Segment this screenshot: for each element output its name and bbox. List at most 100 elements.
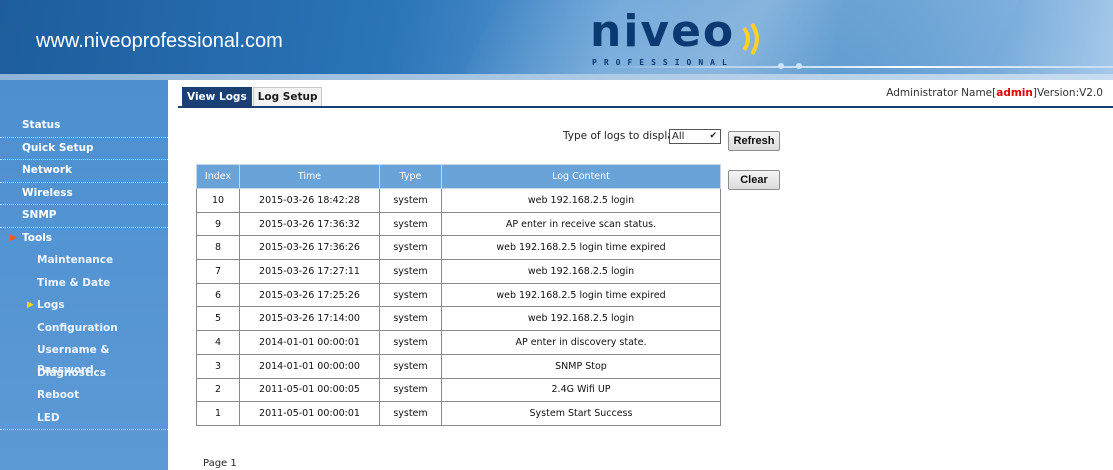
cell-index: 8 [196,235,240,261]
log-type-select[interactable]: All ✔ [669,129,721,144]
cell-index: 6 [196,282,240,308]
sidebar-item-wireless[interactable]: Wireless [0,183,168,205]
log-type-label: Type of logs to display: [563,130,683,142]
signal-icon [742,22,759,56]
sidebar-item-label: Status [22,119,61,131]
sidebar-item-logs[interactable]: ▶ Logs [0,295,168,318]
brand-logo: niveo [590,6,736,57]
cell-time: 2015-03-26 17:25:26 [239,282,380,308]
cell-log-content: web 192.168.2.5 login [441,259,721,284]
cell-type: system [379,211,442,237]
tab-log-setup[interactable]: Log Setup [252,87,323,106]
selected-arrow-icon: ▶ [27,300,34,310]
column-header-index: Index [196,164,240,189]
table-row: 8 2015-03-26 17:36:26 system web 192.168.2.… [196,235,721,261]
cell-index: 5 [196,306,240,332]
pagination-label: Page 1 [203,458,237,469]
cell-time: 2015-03-26 17:27:11 [239,259,380,284]
cell-log-content: AP enter in receive scan status. [441,211,721,237]
cell-type: system [379,259,442,284]
sidebar-item-diagnostics[interactable]: Diagnostics [0,363,168,386]
cell-log-content: web 192.168.2.5 login time expired [441,282,721,308]
table-row: 5 2015-03-26 17:14:00 system web 192.168.2.… [196,306,721,332]
table-row: 9 2015-03-26 17:36:32 system AP enter in re… [196,211,721,237]
table-row: 6 2015-03-26 17:25:26 system web 192.168.2.… [196,282,721,308]
cell-log-content: SNMP Stop [441,353,721,379]
admin-info: Administrator Name[admin]Version:V2.0 [886,87,1103,99]
cell-log-content: web 192.168.2.5 login [441,188,721,213]
sidebar-item-label: Network [22,164,73,176]
chevron-down-icon: ✔ [709,131,717,141]
sidebar-item-time-date[interactable]: Time & Date [0,273,168,296]
cell-type: system [379,377,442,403]
cell-index: 3 [196,353,240,379]
sidebar-item-label: Reboot [37,389,80,401]
column-header-type: Type [379,164,442,189]
tab-underline [178,106,1113,108]
sidebar-item-label: Wireless [22,186,73,199]
sidebar-item-quick-setup[interactable]: Quick Setup [0,138,168,160]
table-header-row: Index Time Type Log Content [196,164,721,189]
cell-log-content: 2.4G Wifi UP [441,377,721,403]
sidebar-item-label: Time & Date [37,276,111,289]
table-row: 10 2015-03-26 18:42:28 system web 192.168.2… [196,188,721,213]
version-text: ]Version:V2.0 [1032,87,1103,99]
logs-table: Index Time Type Log Content 10 2015-03-26… [196,164,721,426]
sidebar-item-maintenance[interactable]: Maintenance [0,250,168,273]
sidebar-item-label: SNMP [22,209,57,221]
cell-type: system [379,306,442,332]
sidebar-item-label: Tools [22,231,53,244]
cell-time: 2015-03-26 18:42:28 [239,188,380,213]
log-type-selected: All [672,131,685,142]
page-text: Page [203,458,228,469]
refresh-button[interactable]: Refresh [728,131,780,151]
cell-log-content: AP enter in discovery state. [441,330,721,355]
sidebar-item-username-password[interactable]: Username & Password [0,340,168,376]
sidebar-item-network[interactable]: Network [0,160,168,183]
cell-time: 2011-05-01 00:00:05 [239,377,380,403]
cell-log-content: web 192.168.2.5 login time expired [441,235,721,261]
cell-type: system [379,330,442,355]
sidebar-item-label: LED [37,411,60,424]
cell-type: system [379,188,442,213]
table-row: 4 2014-01-01 00:00:01 system AP enter in di… [196,330,721,355]
sidebar-item-snmp[interactable]: SNMP [0,205,168,228]
sidebar-item-reboot[interactable]: Reboot [0,385,168,408]
sidebar-item-label: Maintenance [37,254,114,266]
cell-time: 2014-01-01 00:00:01 [239,330,380,355]
site-url: www.niveoprofessional.com [36,30,283,52]
cell-index: 4 [196,330,240,355]
sidebar-item-label: Logs [37,299,65,311]
sidebar-item-status[interactable]: Status [0,115,168,138]
cell-index: 9 [196,211,240,237]
cell-time: 2015-03-26 17:14:00 [239,306,380,332]
column-header-log-content: Log Content [441,164,721,189]
table-row: 1 2011-05-01 00:00:01 system System Start S… [196,401,721,426]
header-deco-dot [778,63,784,69]
cell-log-content: System Start Success [441,401,721,426]
sidebar-nav: Status Quick Setup Network Wireless SNMP… [0,80,168,470]
column-header-time: Time [239,164,380,189]
header-banner: www.niveoprofessional.com niveo PROFESSI… [0,0,1113,80]
cell-type: system [379,235,442,261]
cell-index: 1 [196,401,240,426]
sidebar-item-led[interactable]: LED [0,408,168,430]
header-deco-line [600,66,1113,68]
table-row: 7 2015-03-26 17:27:11 system web 192.168.2.… [196,259,721,284]
expanded-arrow-icon: ▶ [10,232,17,243]
cell-index: 10 [196,188,240,213]
clear-button[interactable]: Clear [728,170,780,190]
tab-bar: View Logs Log Setup [182,87,323,107]
cell-time: 2014-01-01 00:00:00 [239,353,380,379]
sidebar-item-tools[interactable]: ▶ Tools [0,228,168,251]
cell-index: 2 [196,377,240,403]
sidebar-item-configuration[interactable]: Configuration [0,318,168,341]
sidebar-item-label: Quick Setup [22,141,94,154]
table-row: 3 2014-01-01 00:00:00 system SNMP Stop [196,353,721,379]
cell-type: system [379,282,442,308]
table-row: 2 2011-05-01 00:00:05 system 2.4G Wifi UP [196,377,721,403]
tab-view-logs[interactable]: View Logs [182,87,252,106]
admin-prefix: Administrator Name[ [886,87,997,99]
sidebar-item-label: Configuration [37,321,118,334]
page-number[interactable]: 1 [230,458,236,469]
